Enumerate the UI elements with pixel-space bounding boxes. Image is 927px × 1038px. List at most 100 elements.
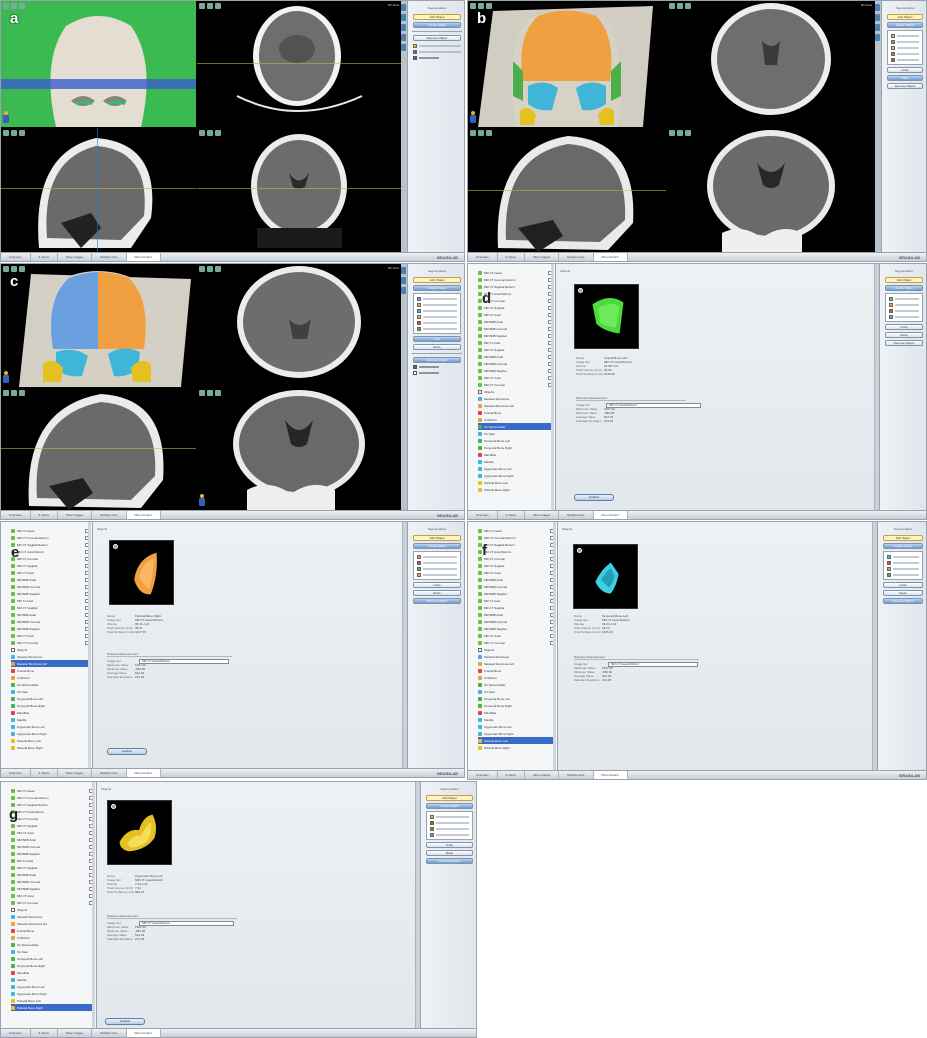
view-sagittal[interactable] — [1, 388, 196, 510]
tree-object-item[interactable]: Zygomatic Bone Right — [478, 472, 552, 479]
tree-folder-item[interactable]: MR BRB Coronal — [478, 583, 554, 590]
add-object-button[interactable]: Add Object — [883, 535, 923, 541]
create-object-button[interactable]: Create Object — [885, 285, 923, 291]
remove-object-button[interactable]: Remove Object — [883, 598, 923, 604]
object-color-list[interactable] — [883, 551, 923, 580]
tree-object-item[interactable]: Skeletal Structures — [11, 653, 89, 660]
view-3d[interactable] — [1, 1, 196, 127]
tab-multiple-cuts[interactable]: Multiple Cuts — [92, 511, 127, 519]
create-object-button[interactable]: Create Object — [413, 543, 461, 549]
tree-object-item[interactable]: Parietal Bone Right — [478, 486, 552, 493]
undo-button[interactable]: Undo — [426, 842, 473, 848]
create-object-button[interactable]: Create Object — [413, 22, 461, 28]
tab-plan-content[interactable]: Plan Content — [593, 253, 628, 261]
tree-folder-item[interactable]: MR BRB Axial — [11, 611, 89, 618]
tree-object-item[interactable]: Zygomatic Bone Left — [11, 983, 93, 990]
tree-object-item[interactable]: Temporal Bone Right — [11, 702, 89, 709]
tree-folder-item[interactable]: MR CT Sagittal — [478, 562, 554, 569]
tree-folder-item[interactable]: MR BRB Sagittal — [11, 850, 93, 857]
tree-folder-item[interactable]: MR CT Coronal Reform — [11, 794, 93, 801]
object-tree[interactable]: MR CT Head MR CT Coronal Reform MR CT Sagi… — [468, 522, 558, 770]
remove-object-button[interactable]: Remove Object — [885, 340, 923, 346]
view-coronal[interactable] — [197, 128, 402, 253]
image-set-select[interactable]: MR CT Head Reform — [606, 403, 701, 408]
tree-folder-item[interactable]: MR CT Sagittal Reform — [11, 541, 89, 548]
tree-folder-item[interactable]: MR CT Axial Reform — [11, 808, 93, 815]
tree-folder-item[interactable]: MR BRB Coronal — [478, 325, 552, 332]
redo-button[interactable]: Redo — [426, 850, 473, 856]
tree-folder-item[interactable]: MR CT Sagittal — [11, 562, 89, 569]
view-axial[interactable]: 3D View — [667, 1, 875, 127]
undo-button[interactable]: Undo — [883, 582, 923, 588]
tree-object-item[interactable]: Skeletal Structures left — [11, 920, 93, 927]
tree-folder-item[interactable]: MR CT Head — [478, 269, 552, 276]
tree-folder-item[interactable]: MR BRB Sagittal — [478, 332, 552, 339]
tree-object-item[interactable]: Os Nasi — [11, 688, 89, 695]
redo-button[interactable]: Redo — [413, 344, 461, 350]
tab-overview[interactable]: Overview — [1, 1029, 31, 1037]
add-object-button[interactable]: Add Object — [413, 535, 461, 541]
tree-object-item[interactable]: Skeletal Structures — [11, 913, 93, 920]
view-toolbar[interactable] — [470, 130, 492, 136]
view-coronal[interactable] — [667, 128, 875, 253]
view-sagittal[interactable] — [1, 128, 196, 253]
add-object-button[interactable]: Add Object — [413, 277, 461, 283]
tree-object-item[interactable]: Zygomatic Bone Left — [478, 465, 552, 472]
tree-object-item[interactable]: Parietal Bone Right — [11, 744, 89, 751]
tree-group-objects[interactable]: Objects — [478, 646, 554, 653]
view-toolbar[interactable] — [669, 130, 691, 136]
tree-folder-item[interactable]: MR BRB Axial — [478, 318, 552, 325]
tab-plan-content[interactable]: Plan Content — [126, 511, 161, 519]
tree-object-item[interactable]: Cribriform — [11, 934, 93, 941]
view-toolbar[interactable] — [3, 266, 25, 272]
tree-folder-item[interactable]: MR T1 Axial — [11, 597, 89, 604]
tree-scrollbar[interactable] — [92, 782, 95, 1028]
tree-folder-item[interactable]: MR CT Axial — [478, 569, 554, 576]
tab-slice-images[interactable]: Slice Images — [525, 253, 560, 261]
tree-object-item[interactable]: Mandible — [478, 709, 554, 716]
tree-folder-item[interactable]: MR CT Coronal — [478, 639, 554, 646]
tree-folder-item[interactable]: MR BRB Sagittal — [11, 625, 89, 632]
tree-folder-item[interactable]: MR CT Sagittal — [11, 604, 89, 611]
tree-object-item[interactable]: Parietal Bone Left — [11, 997, 93, 1004]
tab-overview[interactable]: Overview — [1, 769, 31, 777]
tree-object-item[interactable]: Os Nasi — [11, 948, 93, 955]
create-object-button[interactable]: Create Object — [426, 803, 473, 809]
tree-folder-item[interactable]: MR CT Coronal — [11, 899, 93, 906]
redo-button[interactable]: Redo — [413, 590, 461, 596]
tree-object-item[interactable]: Maxilla — [478, 716, 554, 723]
tree-object-item[interactable]: Maxilla — [11, 716, 89, 723]
tree-object-item[interactable]: Parietal Bone Left — [11, 737, 89, 744]
tree-folder-item[interactable]: MR CT Axial — [11, 632, 89, 639]
tab-multiple-cuts[interactable]: Multiple Cuts — [92, 769, 127, 777]
view-axial[interactable]: 3D View — [197, 264, 402, 387]
tree-folder-item[interactable]: MR BRB Sagittal — [478, 625, 554, 632]
tree-scrollbar[interactable] — [551, 264, 554, 510]
tree-folder-item[interactable]: MR CT Coronal Reform — [478, 276, 552, 283]
view-toolbar[interactable] — [199, 130, 221, 136]
create-object-button[interactable]: Create Object — [887, 22, 923, 28]
tree-object-item[interactable]: Temporal Bone Left — [478, 437, 552, 444]
object-color-list[interactable] — [413, 551, 461, 580]
tree-folder-item[interactable]: MR CT Sagittal — [478, 604, 554, 611]
create-object-button[interactable]: Create Object — [413, 285, 461, 291]
tree-object-item[interactable]: Mandible — [478, 451, 552, 458]
view-sagittal[interactable] — [468, 128, 666, 253]
tree-object-item[interactable]: Parietal Bone Right — [11, 1004, 93, 1011]
tree-object-item[interactable]: Os Sphenoidale — [478, 681, 554, 688]
tree-group-objects[interactable]: Objects — [11, 646, 89, 653]
view-toolbar[interactable] — [3, 3, 25, 9]
add-object-button[interactable]: Add Object — [885, 277, 923, 283]
tree-object-item[interactable]: Os Nasi — [478, 430, 552, 437]
tree-folder-item[interactable]: MR BRB Axial — [11, 871, 93, 878]
tree-object-item[interactable]: Skeletal Structures left — [478, 660, 554, 667]
add-object-button[interactable]: Add Object — [413, 14, 461, 20]
remove-object-button[interactable]: Remove Object — [426, 858, 473, 864]
tab-3-views[interactable]: 3 Views — [498, 253, 525, 261]
tree-folder-item[interactable]: MR CT Coronal — [478, 555, 554, 562]
view-3d[interactable] — [468, 1, 666, 127]
tree-folder-item[interactable]: MR BRB Axial — [478, 576, 554, 583]
tree-folder-item[interactable]: MR BRB Coronal — [478, 360, 552, 367]
tree-folder-item[interactable]: MR BRB Coronal — [11, 878, 93, 885]
tree-folder-item[interactable]: MR BRB Axial — [478, 611, 554, 618]
